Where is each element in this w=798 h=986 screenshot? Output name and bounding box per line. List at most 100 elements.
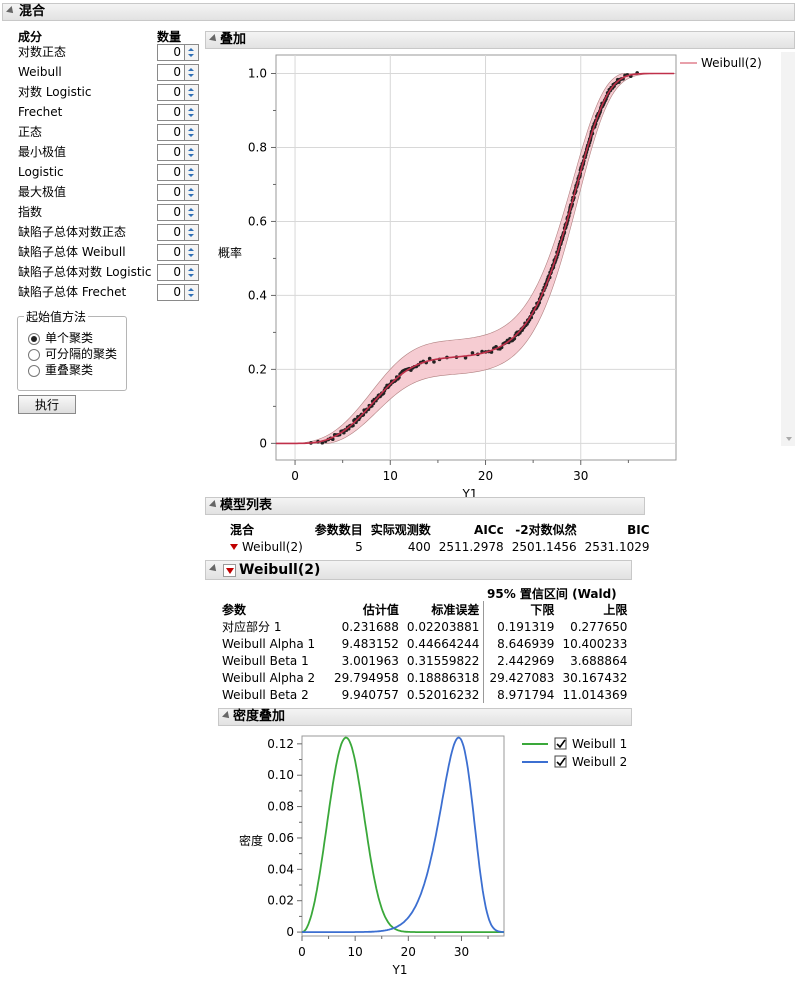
run-button[interactable]: 执行 <box>18 395 76 414</box>
model-name-cell[interactable]: Weibull(2) <box>226 538 307 555</box>
stepper-up-icon[interactable] <box>188 148 194 151</box>
stepper-down-icon[interactable] <box>188 214 194 217</box>
scroll-down-icon[interactable] <box>786 437 792 441</box>
component-count-stepper[interactable]: 0 <box>157 84 199 101</box>
param-cell: 0.02203881 <box>402 618 485 635</box>
stepper-buttons[interactable] <box>185 144 199 161</box>
stepper-buttons[interactable] <box>185 204 199 221</box>
start-method-radio[interactable]: 单个聚类 <box>28 330 93 346</box>
stepper-buttons[interactable] <box>185 224 199 241</box>
component-count-stepper[interactable]: 0 <box>157 264 199 281</box>
radio-icon[interactable] <box>28 348 40 361</box>
start-method-radio[interactable]: 重叠聚类 <box>28 362 93 378</box>
cell-nobs: 400 <box>407 539 431 554</box>
stepper-up-icon[interactable] <box>188 88 194 91</box>
component-count-stepper[interactable]: 0 <box>157 284 199 301</box>
collapse-triangle-icon[interactable] <box>6 6 16 16</box>
stepper-buttons[interactable] <box>185 164 199 181</box>
stepper-up-icon[interactable] <box>188 48 194 51</box>
density-header[interactable]: 密度叠加 <box>218 708 632 726</box>
component-count-stepper[interactable]: 0 <box>157 244 199 261</box>
stepper-buttons[interactable] <box>185 104 199 121</box>
radio-icon[interactable] <box>28 332 40 345</box>
stepper-buttons[interactable] <box>185 264 199 281</box>
component-count-stepper[interactable]: 0 <box>157 144 199 161</box>
stepper-buttons[interactable] <box>185 244 199 261</box>
red-triangle-icon[interactable] <box>230 544 238 550</box>
count-input[interactable]: 0 <box>157 64 185 81</box>
count-input[interactable]: 0 <box>157 104 185 121</box>
count-input[interactable]: 0 <box>157 184 185 201</box>
param-cell: Weibull Beta 1 <box>222 653 309 668</box>
count-input[interactable]: 0 <box>157 164 185 181</box>
stepper-down-icon[interactable] <box>188 234 194 237</box>
count-input[interactable]: 0 <box>157 84 185 101</box>
component-count-stepper[interactable]: 0 <box>157 204 199 221</box>
stepper-buttons[interactable] <box>185 284 199 301</box>
stepper-down-icon[interactable] <box>188 274 194 277</box>
stepper-down-icon[interactable] <box>188 194 194 197</box>
start-method-radio[interactable]: 可分隔的聚类 <box>28 346 117 362</box>
collapse-triangle-icon[interactable] <box>209 34 219 44</box>
count-input[interactable]: 0 <box>157 124 185 141</box>
stepper-down-icon[interactable] <box>188 254 194 257</box>
stepper-up-icon[interactable] <box>188 268 194 271</box>
collapse-triangle-icon[interactable] <box>222 711 232 721</box>
stepper-up-icon[interactable] <box>188 208 194 211</box>
stepper-up-icon[interactable] <box>188 188 194 191</box>
red-triangle-menu-icon[interactable] <box>223 564 236 577</box>
start-method-title: 起始值方法 <box>24 308 89 325</box>
y-tick-label: 0 <box>286 925 294 939</box>
component-count-stepper[interactable]: 0 <box>157 164 199 181</box>
stepper-up-icon[interactable] <box>188 248 194 251</box>
ci-header: 95% 置信区间 (Wald) <box>487 587 617 601</box>
stepper-down-icon[interactable] <box>188 54 194 57</box>
stepper-down-icon[interactable] <box>188 134 194 137</box>
count-input[interactable]: 0 <box>157 224 185 241</box>
stepper-up-icon[interactable] <box>188 68 194 71</box>
stepper-up-icon[interactable] <box>188 228 194 231</box>
stepper-up-icon[interactable] <box>188 108 194 111</box>
table-row: 对应部分 1 0.231688 0.02203881 0.191319 0.277650 <box>218 618 631 635</box>
stepper-down-icon[interactable] <box>188 174 194 177</box>
count-input[interactable]: 0 <box>157 204 185 221</box>
stepper-buttons[interactable] <box>185 64 199 81</box>
stepper-buttons[interactable] <box>185 84 199 101</box>
model-list-header[interactable]: 模型列表 <box>205 497 645 515</box>
count-input[interactable]: 0 <box>157 264 185 281</box>
stepper-up-icon[interactable] <box>188 288 194 291</box>
count-input[interactable]: 0 <box>157 244 185 261</box>
param-cell: 9.940757 <box>341 687 399 702</box>
component-count-stepper[interactable]: 0 <box>157 224 199 241</box>
stepper-up-icon[interactable] <box>188 168 194 171</box>
table-row[interactable]: Weibull(2) 5 400 2511.2978 2501.1456 253… <box>226 538 654 555</box>
collapse-triangle-icon[interactable] <box>209 500 219 510</box>
radio-icon[interactable] <box>28 364 40 377</box>
radio-label: 重叠聚类 <box>45 363 94 377</box>
component-count-stepper[interactable]: 0 <box>157 124 199 141</box>
stepper-buttons[interactable] <box>185 184 199 201</box>
count-input[interactable]: 0 <box>157 44 185 61</box>
component-count-stepper[interactable]: 0 <box>157 104 199 121</box>
stepper-down-icon[interactable] <box>188 114 194 117</box>
weibull-header[interactable]: Weibull(2) <box>205 560 632 580</box>
count-input[interactable]: 0 <box>157 144 185 161</box>
stepper-buttons[interactable] <box>185 44 199 61</box>
stepper-up-icon[interactable] <box>188 128 194 131</box>
component-count-stepper[interactable]: 0 <box>157 184 199 201</box>
stepper-buttons[interactable] <box>185 124 199 141</box>
count-input[interactable]: 0 <box>157 284 185 301</box>
stepper-down-icon[interactable] <box>188 74 194 77</box>
collapse-triangle-icon[interactable] <box>209 564 219 574</box>
radio-label: 可分隔的聚类 <box>45 347 118 361</box>
component-count-stepper[interactable]: 0 <box>157 64 199 81</box>
y-tick-label: 0.8 <box>248 140 267 154</box>
stepper-down-icon[interactable] <box>188 94 194 97</box>
param-cell: 0.31559822 <box>402 652 485 669</box>
stepper-down-icon[interactable] <box>188 294 194 297</box>
overlay-header[interactable]: 叠加 <box>205 31 795 49</box>
mix-header[interactable]: 混合 <box>2 3 795 21</box>
stepper-down-icon[interactable] <box>188 154 194 157</box>
component-label: Frechet <box>18 105 63 119</box>
component-count-stepper[interactable]: 0 <box>157 44 199 61</box>
